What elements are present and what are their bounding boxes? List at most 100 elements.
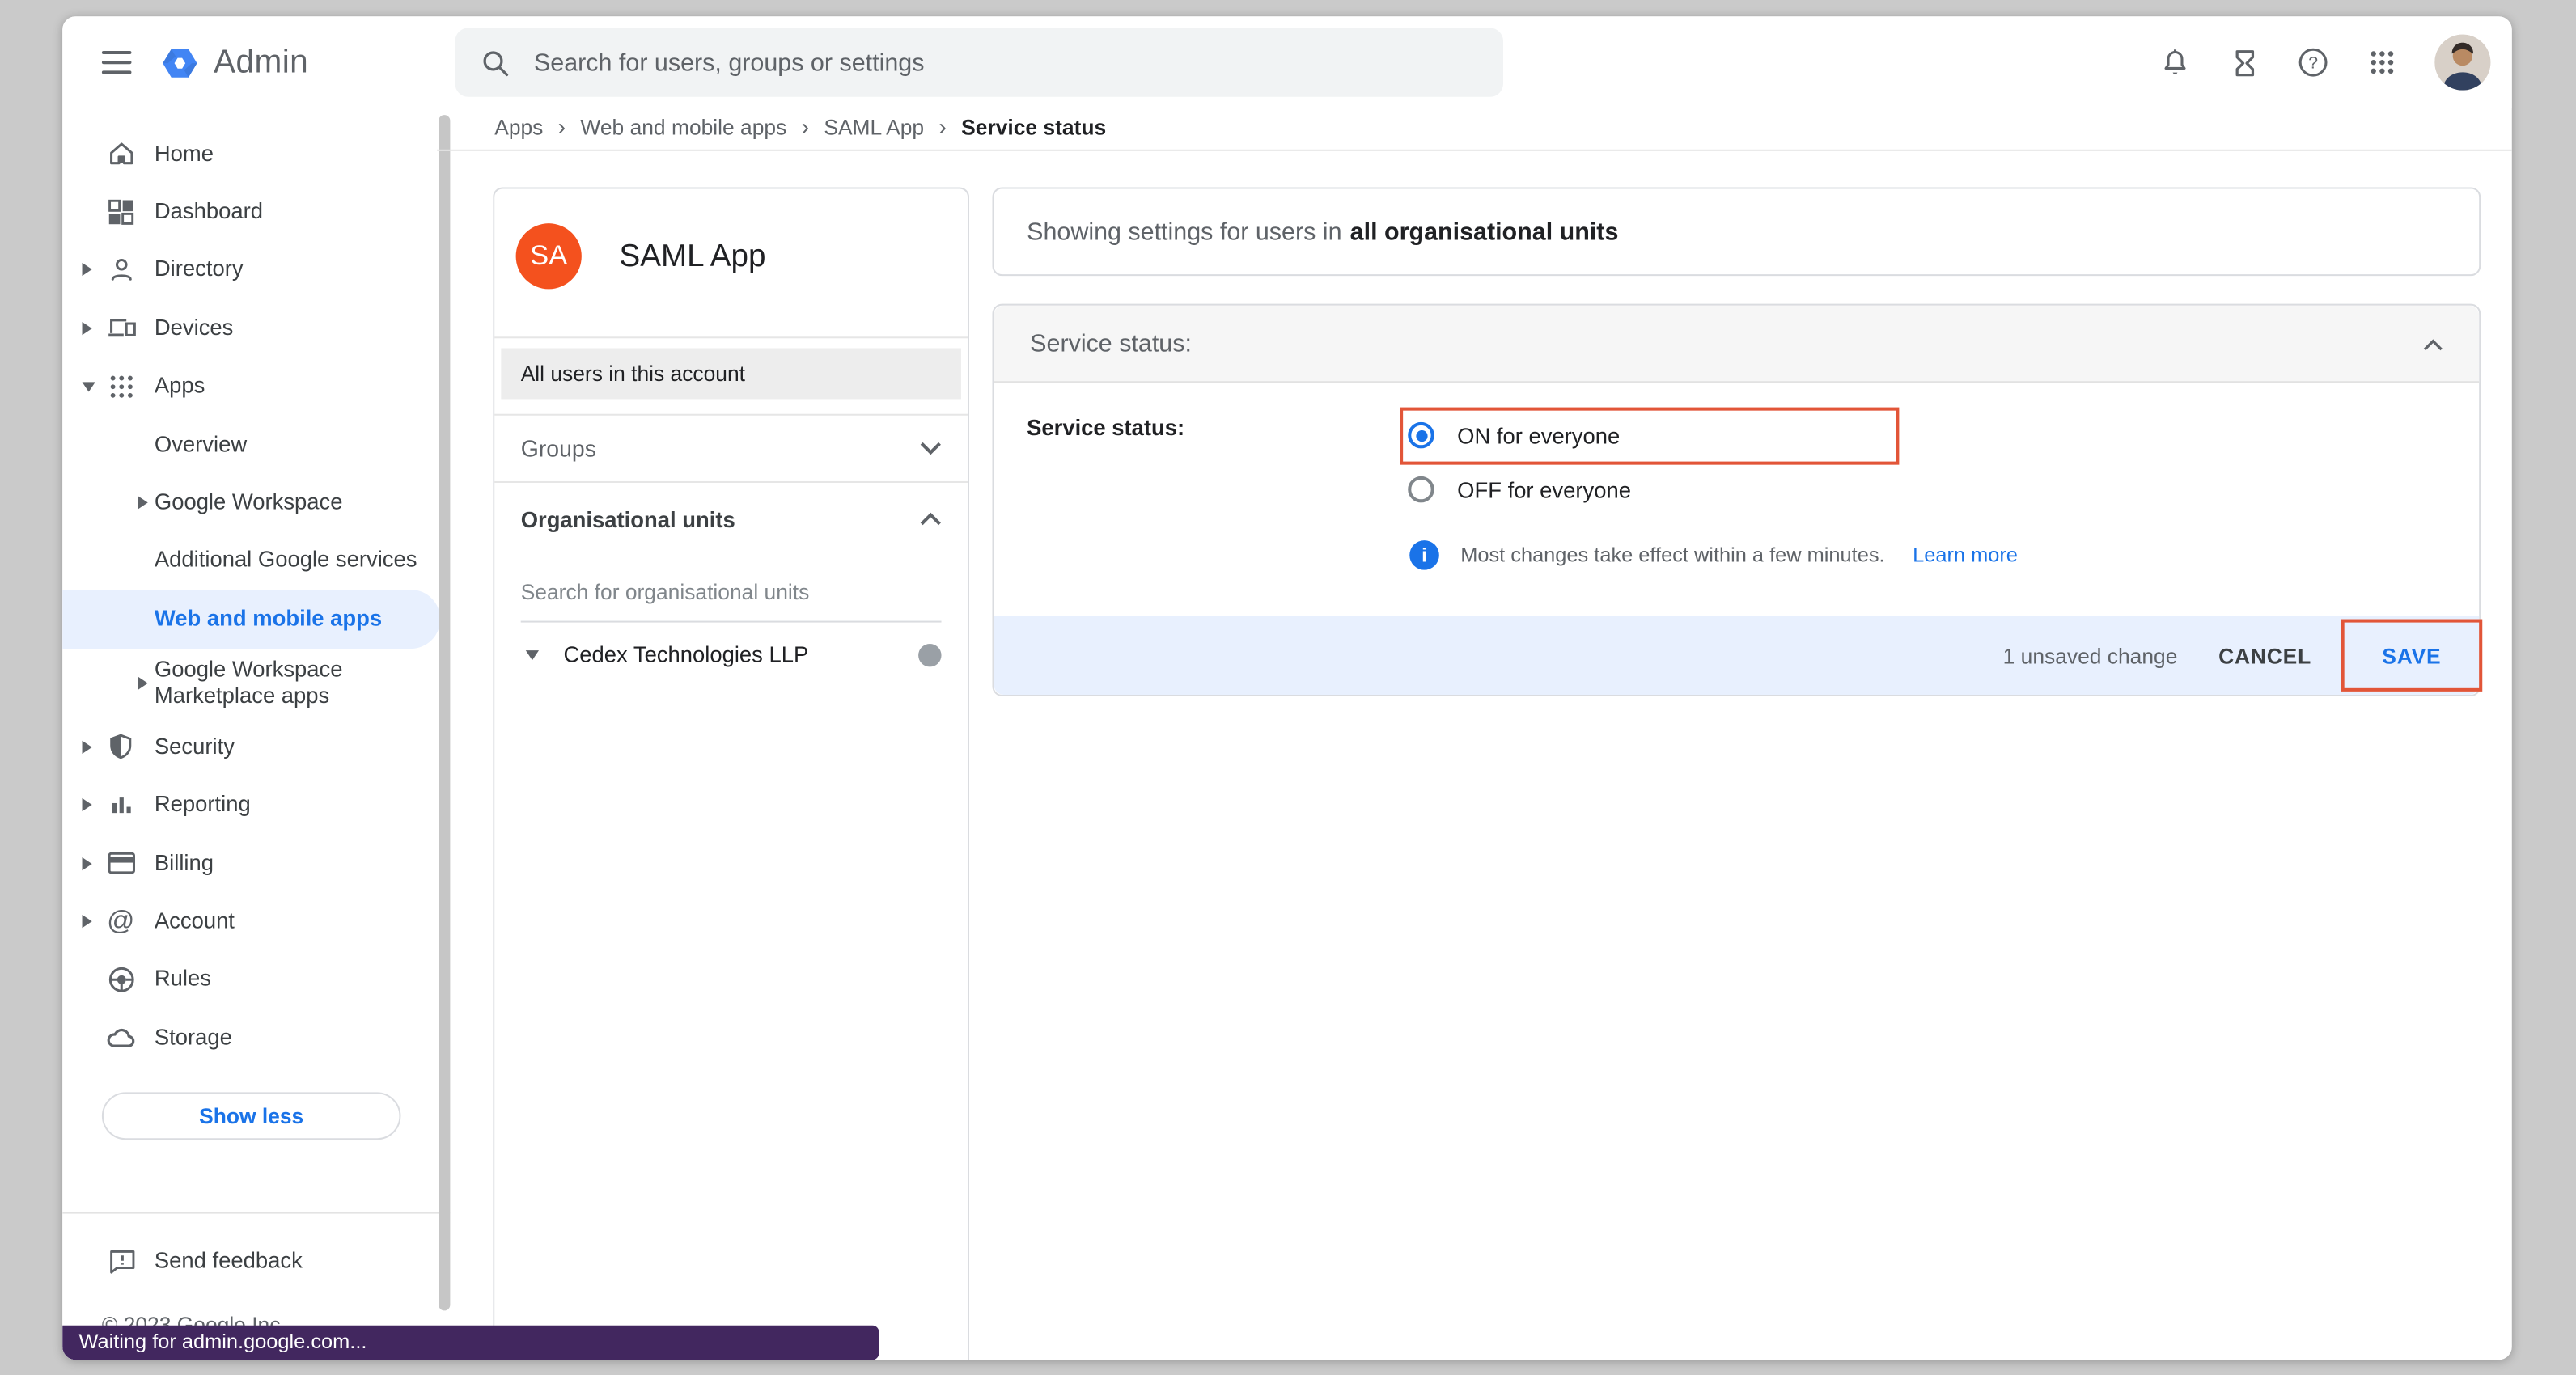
breadcrumb-separator: › — [558, 113, 566, 139]
expand-arrow-icon — [138, 496, 148, 509]
sidebar-item-label: Google Workspace Marketplace apps — [155, 657, 417, 709]
tree-expand-icon[interactable] — [526, 649, 539, 659]
unsaved-changes-bar: 1 unsaved change CANCEL SAVE — [994, 616, 2480, 694]
groups-label: Groups — [521, 435, 596, 461]
send-feedback-button[interactable]: Send feedback — [62, 1225, 440, 1296]
sidebar-item-apps[interactable]: Apps — [62, 358, 440, 416]
sidebar-scrollbar[interactable] — [439, 115, 450, 1310]
sidebar-item-label: Security — [155, 734, 235, 759]
account-avatar[interactable] — [2434, 35, 2490, 91]
help-icon[interactable]: ? — [2297, 46, 2330, 79]
sidebar-item-security[interactable]: Security — [62, 718, 440, 776]
breadcrumb-separator: › — [938, 113, 946, 139]
sidebar-item-label: Devices — [155, 315, 234, 341]
search-input[interactable] — [531, 47, 1481, 78]
sidebar-item-account[interactable]: @ Account — [62, 892, 440, 950]
breadcrumb-saml-app[interactable]: SAML App — [824, 114, 924, 138]
sidebar-nav-list: Home Dashboard — [62, 125, 440, 1139]
service-status-section-header[interactable]: Service status: — [994, 306, 2480, 383]
app-avatar: SA — [516, 223, 582, 289]
admin-hexagon-icon — [159, 42, 201, 83]
sidebar-item-label: Reporting — [155, 792, 251, 818]
org-units-section-header[interactable]: Organisational units — [494, 483, 968, 555]
sidebar-item-devices[interactable]: Devices — [62, 299, 440, 358]
save-button[interactable]: SAVE — [2382, 643, 2441, 667]
org-units-search — [521, 578, 942, 623]
apps-grid-icon — [104, 369, 138, 404]
sidebar-nav: Home Dashboard — [62, 108, 456, 1360]
sidebar-item-label: Apps — [155, 373, 205, 399]
radio-on-for-everyone[interactable]: ON for everyone — [1408, 422, 1620, 448]
sidebar-item-home[interactable]: Home — [62, 125, 440, 183]
breadcrumb-web-and-mobile-apps[interactable]: Web and mobile apps — [580, 114, 786, 138]
info-note: i Most changes take effect within a few … — [1409, 540, 2018, 570]
sidebar-item-directory[interactable]: Directory — [62, 241, 440, 299]
sidebar-item-google-workspace[interactable]: Google Workspace — [62, 474, 440, 532]
sidebar-item-label: Dashboard — [155, 199, 263, 225]
radio-on-label: ON for everyone — [1457, 423, 1620, 447]
sidebar-item-label: Account — [155, 908, 235, 934]
sidebar-item-label: Google Workspace — [155, 489, 343, 515]
info-text: Most changes take effect within a few mi… — [1460, 544, 1884, 566]
shield-icon — [104, 730, 138, 764]
expand-arrow-icon — [83, 798, 92, 811]
annotation-highlight-box-save: SAVE — [2341, 620, 2483, 692]
breadcrumb-apps[interactable]: Apps — [494, 114, 543, 138]
radio-unselected-icon[interactable] — [1408, 476, 1434, 502]
cloud-icon — [104, 1021, 138, 1056]
credit-card-icon — [104, 846, 138, 881]
sidebar-item-rules[interactable]: Rules — [62, 950, 440, 1009]
admin-logo[interactable]: Admin — [159, 42, 308, 83]
sidebar-item-billing[interactable]: Billing — [62, 835, 440, 893]
chevron-up-icon — [920, 504, 941, 534]
main-menu-icon[interactable] — [102, 51, 132, 74]
sidebar-item-web-and-mobile-apps[interactable]: Web and mobile apps — [62, 590, 440, 648]
service-status-card: Service status: Service status: ON for e… — [992, 304, 2481, 696]
expand-arrow-icon — [138, 676, 148, 689]
sidebar-item-marketplace-apps[interactable]: Google Workspace Marketplace apps — [62, 648, 440, 718]
bar-chart-icon — [104, 788, 138, 823]
send-feedback-label: Send feedback — [155, 1247, 303, 1273]
sidebar-footer-divider — [62, 1212, 450, 1214]
scope-text: Showing settings for users in — [1027, 218, 1341, 246]
show-less-button[interactable]: Show less — [102, 1091, 401, 1139]
devices-icon — [104, 311, 138, 346]
google-apps-grid-icon[interactable] — [2366, 46, 2399, 79]
org-unit-tree-item[interactable]: Cedex Technologies LLP — [494, 642, 968, 666]
cancel-button[interactable]: CANCEL — [2218, 643, 2311, 667]
expand-arrow-icon — [83, 915, 92, 928]
radio-off-for-everyone[interactable]: OFF for everyone — [1408, 476, 1631, 502]
divider — [494, 336, 968, 338]
person-icon — [104, 253, 138, 288]
section-title: Service status: — [1030, 329, 1192, 358]
sidebar-item-label: Billing — [155, 850, 214, 876]
breadcrumb: Apps › Web and mobile apps › SAML App › … — [494, 104, 1106, 150]
service-status-body: Service status: ON for everyone OFF for … — [994, 383, 2480, 616]
app-header: SA SAML App — [494, 189, 968, 337]
org-units-label: Organisational units — [521, 506, 735, 531]
notifications-bell-icon[interactable] — [2159, 46, 2192, 79]
sidebar-item-label: Home — [155, 141, 214, 167]
groups-section-header[interactable]: Groups — [494, 416, 968, 481]
top-app-bar: Admin — [62, 16, 2512, 108]
breadcrumb-separator: › — [802, 113, 809, 139]
radio-selected-icon[interactable] — [1408, 422, 1434, 448]
topbar-actions: ? — [2159, 16, 2490, 108]
steering-wheel-icon — [104, 962, 138, 997]
home-icon — [104, 137, 138, 171]
all-users-item[interactable]: All users in this account — [501, 348, 961, 399]
sidebar-item-additional-google-services[interactable]: Additional Google services — [62, 531, 440, 590]
breadcrumb-current: Service status — [961, 114, 1106, 138]
org-unit-status-dot — [918, 643, 941, 666]
sidebar-item-reporting[interactable]: Reporting — [62, 776, 440, 835]
feedback-icon — [105, 1243, 140, 1278]
sidebar-item-apps-overview[interactable]: Overview — [62, 416, 440, 474]
collapse-chevron-up-icon[interactable] — [2423, 329, 2443, 358]
sidebar-item-dashboard[interactable]: Dashboard — [62, 183, 440, 241]
sidebar-item-storage[interactable]: Storage — [62, 1009, 440, 1067]
app-scope-panel: SA SAML App All users in this account Gr… — [493, 187, 969, 1360]
expand-arrow-icon — [83, 741, 92, 754]
learn-more-link[interactable]: Learn more — [1913, 544, 2018, 566]
investigation-hourglass-icon[interactable] — [2227, 46, 2260, 79]
org-units-search-input[interactable] — [521, 580, 942, 604]
